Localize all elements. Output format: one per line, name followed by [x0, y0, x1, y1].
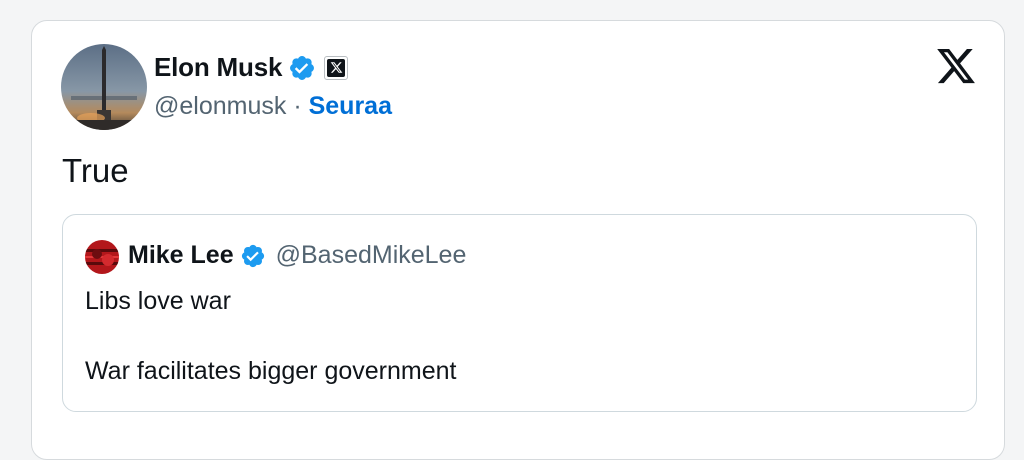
quoted-author-avatar[interactable]	[85, 240, 119, 274]
follow-link[interactable]: Seuraa	[309, 92, 392, 120]
quoted-text-line-1: Libs love war	[85, 287, 231, 315]
verified-badge-icon	[288, 54, 316, 82]
quoted-text-line-2: War facilitates bigger government	[85, 357, 457, 385]
quoted-author-row: Mike Lee @BasedMikeLee	[128, 241, 466, 270]
author-name[interactable]: Elon Musk	[154, 52, 282, 83]
author-name-row: Elon Musk	[154, 52, 349, 83]
x-logo-icon[interactable]	[935, 45, 977, 87]
quoted-tweet[interactable]: Mike Lee @BasedMikeLee Libs love war War…	[62, 214, 977, 412]
handle-separator: ·	[286, 92, 309, 120]
quoted-author-name[interactable]: Mike Lee	[128, 241, 234, 270]
tweet-text: True	[62, 152, 129, 189]
quoted-author-handle[interactable]: @BasedMikeLee	[276, 241, 467, 270]
author-handle[interactable]: @elonmusk	[154, 92, 286, 120]
embedded-tweet-card[interactable]: Elon Musk @elonmusk · Seuraa True Mike L…	[31, 20, 1005, 460]
x-affiliate-badge-icon	[324, 55, 349, 80]
author-avatar[interactable]	[61, 44, 147, 130]
verified-badge-icon	[240, 243, 266, 269]
author-handle-row: @elonmusk · Seuraa	[154, 92, 392, 121]
